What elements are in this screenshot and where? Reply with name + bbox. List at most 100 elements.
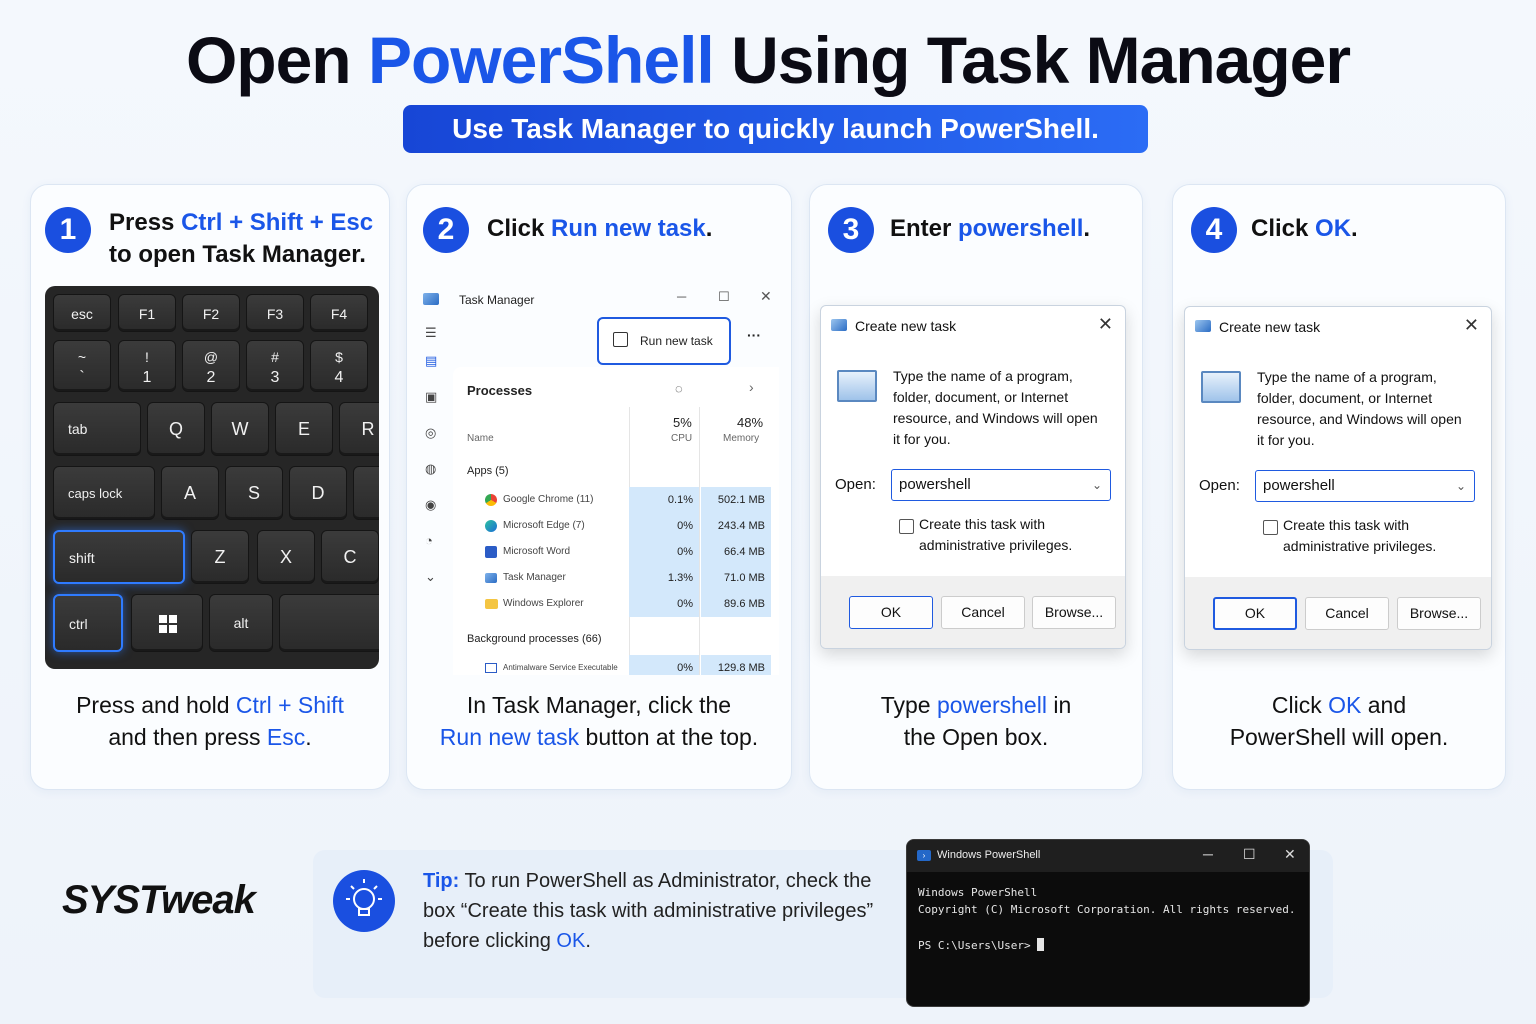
powershell-prompt[interactable]: PS C:\Users\User> [918,938,1045,952]
dialog-footer: OK Cancel Browse... [1185,577,1491,649]
powershell-window: › Windows PowerShell ─ ☐ ✕ Windows Power… [906,839,1310,1007]
lightbulb-icon [333,870,395,932]
ok-button[interactable]: OK [849,596,933,629]
minimize-icon[interactable]: ─ [1203,846,1213,862]
key-2: @2 [182,340,240,392]
title-accent: PowerShell [367,23,715,97]
key-a: A [161,466,219,520]
performance-nav-icon[interactable]: ▣ [425,389,437,405]
key-alt: alt [209,594,273,652]
run-new-task-button[interactable]: Run new task [597,317,731,365]
dialog-app-icon [1195,320,1211,332]
cancel-button[interactable]: Cancel [941,596,1025,629]
run-task-icon [613,332,628,347]
step-heading: Enter powershell. [890,215,1091,242]
key-z: Z [191,530,249,584]
key-shift-highlighted: shift [53,530,185,584]
key-tilde: ~ ` [53,340,111,392]
close-icon[interactable]: ✕ [760,288,772,305]
step-caption: Press and hold Ctrl + Shift and then pre… [76,692,344,750]
key-caps-lock: caps lock [53,466,155,520]
key-4: $4 [310,340,368,392]
create-new-task-dialog: Create new task ✕ Type the name of a pro… [820,305,1126,649]
key-f1: F1 [118,294,176,332]
step-number: 4 [1191,207,1237,253]
close-icon[interactable]: ✕ [1284,846,1296,863]
key-ctrl-highlighted: ctrl [53,594,123,652]
admin-privileges-checkbox[interactable] [1263,520,1278,535]
close-icon[interactable]: ✕ [1464,315,1479,336]
table-row[interactable]: Antimalware Service Executable 0% 129.8 M… [453,655,779,675]
browse-button[interactable]: Browse... [1032,596,1116,629]
step-number: 3 [828,207,874,253]
step-card-1: 1 Press Ctrl + Shift + Esc to open Task … [30,184,390,790]
run-program-icon [1201,371,1241,403]
maximize-icon[interactable]: ☐ [1243,846,1256,863]
chrome-icon [485,494,497,506]
chevron-down-icon[interactable]: ⌄ [425,569,436,585]
step-number: 2 [423,207,469,253]
key-x: X [257,530,315,584]
open-input[interactable]: powershell ⌄ [1255,470,1475,502]
hamburger-menu-icon[interactable]: ☰ [425,325,437,341]
task-manager-window: Task Manager ─ ☐ ✕ ☰ ▤ ▣ ◎ ◍ ◉ ◔ ⌄ Run n… [415,285,781,675]
dialog-footer: OK Cancel Browse... [821,576,1125,648]
step-card-4: 4 Click OK. Create new task ✕ Type the n… [1172,184,1506,790]
minimize-icon[interactable]: ─ [677,289,686,304]
folder-icon [485,599,498,609]
key-f4: F4 [310,294,368,332]
powershell-icon: › [917,850,931,861]
tip-text: Tip: To run PowerShell as Administrator,… [423,870,874,952]
step-heading: Click OK. [1251,215,1358,242]
table-row[interactable]: Windows Explorer 0% 89.6 MB [453,591,779,617]
browse-button[interactable]: Browse... [1397,597,1481,630]
processes-nav-icon[interactable]: ▤ [425,353,437,369]
key-d: D [289,466,347,520]
page-title: Open PowerShell Using Task Manager [185,23,1351,97]
word-icon [485,546,497,558]
close-icon[interactable]: ✕ [1098,314,1113,335]
table-row[interactable]: Microsoft Edge (7) 0% 243.4 MB [453,513,779,539]
maximize-icon[interactable]: ☐ [718,289,730,305]
task-manager-icon [485,573,497,583]
table-row[interactable]: Microsoft Word 0% 66.4 MB [453,539,779,565]
cancel-button[interactable]: Cancel [1305,597,1389,630]
processes-panel: Processes ◌ › 5% CPU 48% Memory Name App… [453,367,779,675]
key-c: C [321,530,379,584]
key-space [279,594,379,652]
key-r: R [339,402,379,456]
chevron-right-icon[interactable]: › [749,379,754,395]
key-1: ! 1 [118,340,176,392]
users-nav-icon[interactable]: ◉ [425,497,436,513]
key-tab: tab [53,402,141,456]
step-card-2: 2 Click Run new task. Task Manager ─ ☐ ✕… [406,184,792,790]
key-f2: F2 [182,294,240,332]
admin-privileges-checkbox[interactable] [899,519,914,534]
subtitle-banner: Use Task Manager to quickly launch Power… [403,105,1148,153]
step-heading: Press Ctrl + Shift + Esc to open Task Ma… [109,209,374,268]
open-input[interactable]: powershell ⌄ [891,469,1111,501]
key-q: Q [147,402,205,456]
dialog-app-icon [831,319,847,331]
efficiency-icon[interactable]: ◌ [675,381,683,396]
table-row[interactable]: Task Manager 1.3% 71.0 MB [453,565,779,591]
chevron-down-icon[interactable]: ⌄ [1092,470,1102,500]
history-nav-icon[interactable]: ◎ [425,425,436,441]
key-windows [131,594,203,652]
step-caption: Type powershell in the Open box. [880,692,1072,750]
startup-nav-icon[interactable]: ◍ [425,461,436,477]
table-row[interactable]: Google Chrome (11) 0.1% 502.1 MB [453,487,779,513]
key-s: S [225,466,283,520]
task-manager-titlebar: Task Manager ─ ☐ ✕ [415,285,781,315]
ok-button-highlighted[interactable]: OK [1213,597,1297,630]
key-f3: F3 [246,294,304,332]
key-w: W [211,402,269,456]
keyboard-illustration: esc F1 F2 F3 F4 ~ ` ! 1 @2 #3 $4 tab Q W E… [45,286,379,669]
services-nav-icon[interactable]: ◔ [425,533,433,548]
step-heading: Click Run new task. [487,215,713,242]
cursor [1037,938,1045,951]
windows-logo-icon [159,615,177,633]
more-options-icon[interactable]: ··· [747,327,761,343]
chevron-down-icon[interactable]: ⌄ [1456,471,1466,501]
key-partial [353,466,379,520]
